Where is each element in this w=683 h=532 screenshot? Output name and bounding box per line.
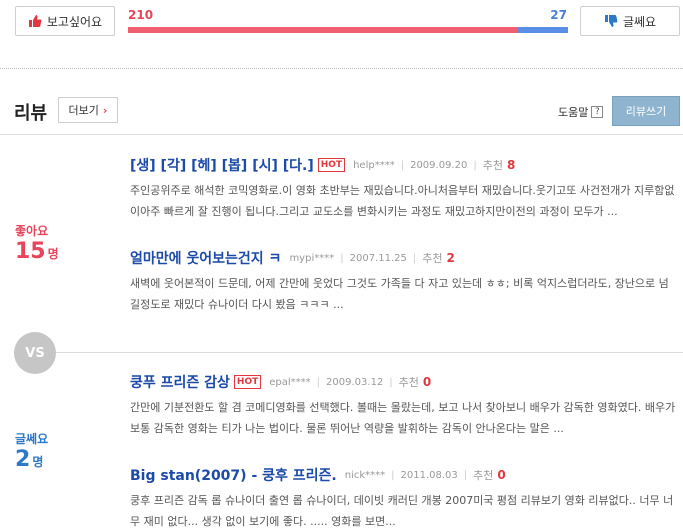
recommend-count: 8 bbox=[506, 158, 516, 172]
separator: | bbox=[340, 252, 344, 264]
review-author: mypi**** bbox=[289, 252, 335, 264]
recommend-label: 추천 bbox=[422, 252, 443, 265]
dislike-ratio-fill bbox=[517, 27, 568, 33]
review-date: 2007.11.25 bbox=[349, 252, 407, 264]
recommend-count: 2 bbox=[446, 251, 455, 265]
question-icon: ? bbox=[591, 106, 604, 118]
review-excerpt[interactable]: 새벽에 웃어본적이 드문데, 어제 간만에 웃었다 그것도 가족들 다 자고 있… bbox=[130, 273, 678, 315]
recommend-label: 추천 bbox=[473, 469, 494, 482]
review-author: help**** bbox=[353, 159, 395, 171]
review-author: epal**** bbox=[269, 376, 311, 388]
recommend-label: 추천 bbox=[482, 159, 503, 172]
like-summary-label: 좋아요 bbox=[15, 224, 49, 238]
separator: | bbox=[473, 159, 477, 171]
separator: | bbox=[391, 469, 395, 481]
thumbs-up-icon bbox=[28, 15, 42, 27]
like-vote-button[interactable]: 보고싶어요 bbox=[15, 6, 115, 36]
review-title-link[interactable]: 얼마만에 웃어보는건지 ㅋ bbox=[130, 248, 281, 268]
like-vote-label: 보고싶어요 bbox=[46, 14, 103, 29]
review-date: 2011.08.03 bbox=[400, 469, 458, 481]
dislike-summary: 글쎄요 2명 bbox=[15, 430, 48, 475]
like-summary: 좋아요 15 명 bbox=[15, 222, 59, 267]
review-item: 얼마만에 웃어보는건지 ㅋ mypi**** | 2007.11.25 | 추천… bbox=[130, 249, 678, 315]
review-title-link[interactable]: 쿵푸 프리즌 감상 bbox=[130, 372, 230, 392]
vote-ratio-bar bbox=[128, 27, 568, 33]
divider bbox=[0, 68, 683, 69]
review-title-link[interactable]: Big stan(2007) - 쿵후 프리즌. bbox=[130, 465, 337, 485]
write-review-button[interactable]: 리뷰쓰기 bbox=[612, 96, 680, 126]
review-excerpt[interactable]: 주인공위주로 해석한 코믹영화로.이 영화 초반부는 재밌습니다.아니처음부터 … bbox=[130, 180, 678, 222]
review-date: 2009.03.12 bbox=[326, 376, 384, 388]
hot-badge: HOT bbox=[317, 158, 346, 172]
separator: | bbox=[389, 376, 393, 388]
review-author: nick**** bbox=[344, 469, 386, 481]
dislike-vote-label: 글쎄요 bbox=[622, 14, 657, 29]
divider bbox=[0, 134, 683, 135]
like-ratio-fill bbox=[128, 27, 518, 33]
more-label: 더보기 bbox=[68, 104, 99, 117]
separator: | bbox=[412, 252, 417, 264]
review-excerpt[interactable]: 간만에 기분전환도 할 겸 코메디영화를 선택했다. 볼때는 몰랐는데, 보고 … bbox=[130, 397, 678, 439]
dislike-vote-button[interactable]: 글쎄요 bbox=[580, 6, 680, 36]
vs-badge: VS bbox=[14, 332, 56, 374]
chevron-right-icon: › bbox=[102, 103, 108, 117]
thumbs-down-icon bbox=[604, 15, 618, 27]
dislike-summary-label: 글쎄요 bbox=[15, 432, 49, 446]
separator: | bbox=[316, 376, 321, 388]
like-count: 210 bbox=[128, 8, 154, 22]
hot-badge: HOT bbox=[233, 375, 262, 389]
more-button[interactable]: 더보기 › bbox=[58, 97, 118, 123]
help-link[interactable]: 도움말 ? bbox=[558, 104, 604, 120]
recommend-label: 추천 bbox=[398, 376, 419, 389]
help-label: 도움말 bbox=[558, 106, 589, 119]
like-summary-count: 15 명 bbox=[15, 239, 59, 264]
dislike-summary-count: 2명 bbox=[15, 447, 44, 472]
recommend-count: 0 bbox=[422, 375, 432, 389]
separator: | bbox=[463, 469, 468, 481]
review-item: 쿵푸 프리즌 감상 HOT epal**** | 2009.03.12 | 추천… bbox=[130, 373, 678, 439]
reviews-heading: 리뷰 bbox=[14, 103, 48, 124]
separator: | bbox=[400, 159, 405, 171]
vs-divider bbox=[56, 352, 683, 353]
dislike-count: 27 bbox=[550, 8, 567, 22]
recommend-count: 0 bbox=[497, 468, 506, 482]
review-date: 2009.09.20 bbox=[410, 159, 468, 171]
review-item: [생] [각] [헤] [봅] [시] [다.] HOT help**** | … bbox=[130, 156, 678, 222]
review-excerpt[interactable]: 쿵후 프리즌 감독 롭 슈나이더 출연 롭 슈나이더, 데이빗 캐러딘 개봉 2… bbox=[130, 490, 678, 532]
review-item: Big stan(2007) - 쿵후 프리즌. nick**** | 2011… bbox=[130, 466, 678, 532]
review-title-link[interactable]: [생] [각] [헤] [봅] [시] [다.] bbox=[130, 155, 314, 175]
